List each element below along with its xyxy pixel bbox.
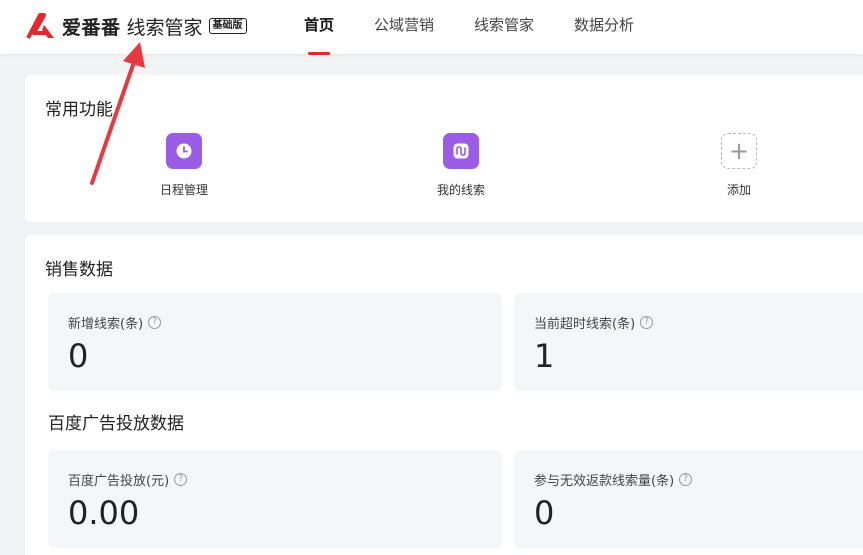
stat-refund-leads[interactable]: 参与无效返款线索量(条) ? 0 [514, 450, 863, 548]
top-navigation-bar: 爱番番 线索管家 基础版 首页 公域营销 线索管家 数据分析 [0, 0, 863, 55]
func-add[interactable]: + 添加 [699, 133, 779, 198]
help-icon[interactable]: ? [640, 316, 654, 329]
edition-badge: 基础版 [208, 18, 247, 34]
nav-data-analysis[interactable]: 数据分析 [574, 0, 634, 54]
stat-overdue-leads-label: 当前超时线索(条) ? [534, 313, 654, 332]
stat-overdue-leads[interactable]: 当前超时线索(条) ? 1 [514, 293, 863, 391]
stat-overdue-leads-label-text: 当前超时线索(条) [534, 317, 636, 332]
stat-baidu-spend-label: 百度广告投放(元) ? [68, 470, 188, 489]
main-nav: 首页 公域营销 线索管家 数据分析 [304, 0, 674, 55]
func-my-leads[interactable]: 我的线索 [421, 133, 501, 198]
nav-home[interactable]: 首页 [304, 0, 334, 55]
baidu-ads-title: 百度广告投放数据 [48, 414, 184, 434]
help-icon[interactable]: ? [148, 316, 162, 329]
common-functions-card: 常用功能 日程管理 我的线索 + 添加 [25, 75, 863, 222]
stat-baidu-spend-value: 0.00 [68, 494, 140, 532]
func-add-label: 添加 [726, 183, 751, 197]
stat-refund-leads-label: 参与无效返款线索量(条) ? [534, 470, 693, 489]
func-schedule[interactable]: 日程管理 [144, 133, 224, 198]
common-functions-title: 常用功能 [45, 100, 113, 120]
brand-logo-icon [26, 13, 54, 39]
stat-overdue-leads-value: 1 [534, 337, 555, 375]
stat-new-leads[interactable]: 新增线索(条) ? 0 [48, 293, 502, 391]
plus-icon: + [721, 133, 757, 169]
stat-refund-leads-label-text: 参与无效返款线索量(条) [534, 474, 675, 489]
stat-baidu-spend-label-text: 百度广告投放(元) [68, 474, 170, 489]
nav-public-marketing[interactable]: 公域营销 [374, 0, 434, 54]
clock-icon [166, 133, 202, 169]
func-schedule-label: 日程管理 [159, 183, 208, 197]
brand-name: 爱番番 [62, 16, 121, 39]
logo[interactable]: 爱番番 线索管家 基础版 [26, 10, 247, 42]
nav-lead-manager[interactable]: 线索管家 [474, 0, 534, 54]
stat-refund-leads-value: 0 [534, 494, 555, 532]
stat-new-leads-label: 新增线索(条) ? [68, 313, 162, 332]
product-name: 线索管家 [126, 16, 203, 39]
stat-baidu-spend[interactable]: 百度广告投放(元) ? 0.00 [48, 450, 502, 548]
lead-icon [443, 133, 479, 169]
help-icon[interactable]: ? [679, 473, 693, 486]
func-my-leads-label: 我的线索 [436, 183, 485, 197]
stat-new-leads-label-text: 新增线索(条) [68, 317, 144, 332]
stat-new-leads-value: 0 [68, 337, 89, 375]
help-icon[interactable]: ? [174, 473, 188, 486]
sales-data-title: 销售数据 [45, 260, 113, 280]
